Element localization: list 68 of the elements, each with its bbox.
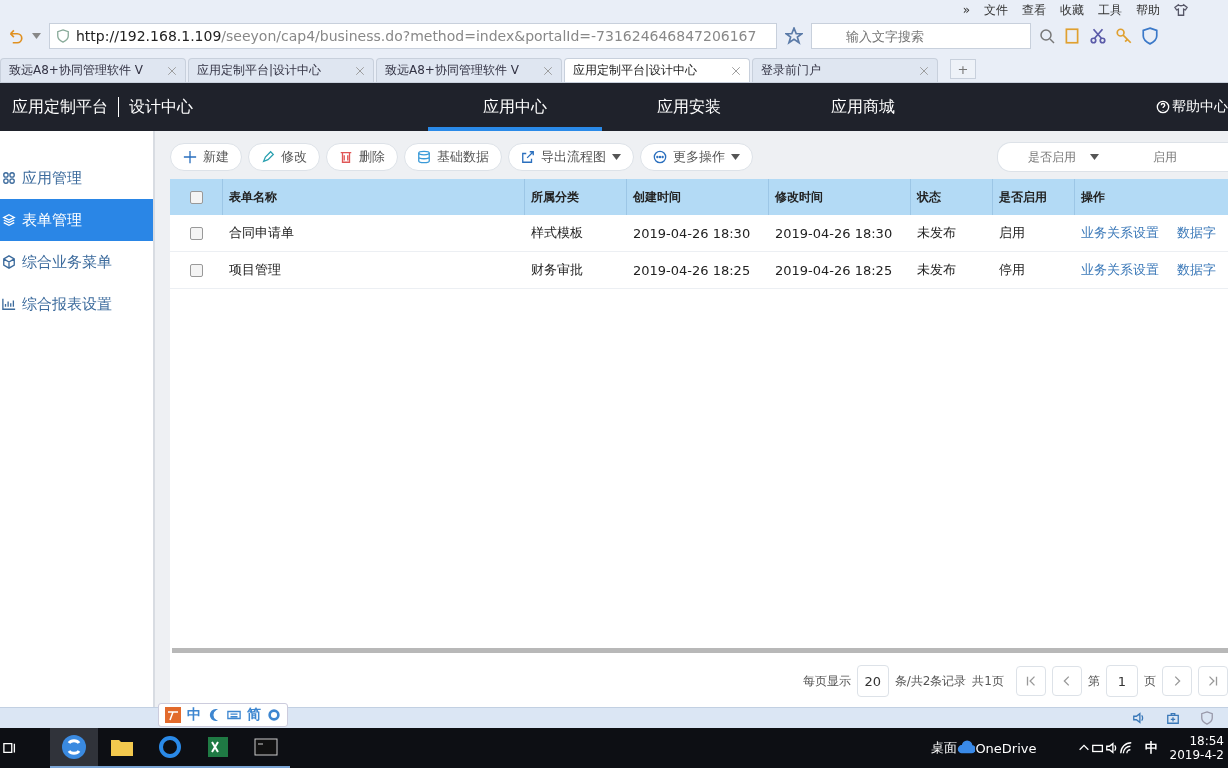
column-header: 是否启用 xyxy=(992,179,1074,215)
page-count: 共1页 xyxy=(972,672,1004,690)
toolbar-button[interactable]: 基础数据 xyxy=(404,143,502,171)
new-tab-button[interactable]: + xyxy=(950,59,976,79)
column-header: 创建时间 xyxy=(626,179,768,215)
toolbar-button[interactable]: 导出流程图 xyxy=(508,143,634,171)
table-cell: 启用 xyxy=(992,215,1074,252)
ime-indicator[interactable]: 中 xyxy=(1144,739,1158,757)
action-link[interactable]: 业务关系设置 xyxy=(1081,261,1159,279)
table-cell: 未发布 xyxy=(910,252,992,289)
menu-item[interactable]: 文件 xyxy=(984,1,1008,19)
menu-item[interactable]: 查看 xyxy=(1022,1,1046,19)
page-suffix: 页 xyxy=(1144,672,1156,690)
sidebar-item[interactable]: 综合报表设置 xyxy=(0,283,153,325)
table-cell: 2019-04-26 18:30 xyxy=(626,215,768,252)
ime-mode[interactable]: 中 xyxy=(187,706,201,724)
nav-tab[interactable]: 应用商城 xyxy=(776,83,950,131)
more-menu-button[interactable]: » xyxy=(962,3,970,17)
table-cell: 未发布 xyxy=(910,215,992,252)
sidebar-item[interactable]: 综合业务菜单 xyxy=(0,241,153,283)
action-link[interactable]: 业务关系设置 xyxy=(1081,224,1159,242)
browser-tab[interactable]: 应用定制平台|设计中心 xyxy=(564,58,750,82)
record-count: 条/共2条记录 xyxy=(894,672,967,690)
table-cell: 财务审批 xyxy=(524,252,626,289)
brand-title: 应用定制平台 xyxy=(11,96,108,118)
table-cell: 项目管理 xyxy=(222,252,524,289)
table-cell: 合同申请单 xyxy=(222,215,524,252)
browser-tab[interactable]: 致远A8+协同管理软件 V xyxy=(376,58,562,82)
search-field[interactable]: 输入文字搜索 xyxy=(811,23,1031,49)
url-text: http://192.168.1.109/seeyon/cap4/business.do?method=index&portalId=-731624646847206167 xyxy=(76,28,757,44)
browser-tab[interactable]: 登录前门户 xyxy=(752,58,938,82)
per-page-field[interactable]: 20 xyxy=(856,665,889,697)
toolbar-button[interactable]: 修改 xyxy=(248,143,320,171)
filter-dropdown[interactable]: 是否启用 启用 xyxy=(997,142,1228,172)
sidebar-item[interactable]: 应用管理 xyxy=(0,157,153,199)
toolbar-button[interactable]: 更多操作 xyxy=(640,143,753,171)
column-header: 操作 xyxy=(1074,179,1228,215)
page-prefix: 第 xyxy=(1088,672,1100,690)
table-cell: 2019-04-26 18:25 xyxy=(626,252,768,289)
toolbar-button[interactable]: 新建 xyxy=(170,143,242,171)
menu-item[interactable]: 收藏 xyxy=(1060,1,1084,19)
browser-tab[interactable]: 致远A8+协同管理软件 V xyxy=(0,58,186,82)
sidebar-item[interactable]: 表单管理 xyxy=(0,199,153,241)
section-title: 设计中心 xyxy=(129,96,193,118)
clock-time: 18:54 xyxy=(1189,734,1224,748)
per-page-label: 每页显示 xyxy=(802,672,851,690)
table-cell: 样式模板 xyxy=(524,215,626,252)
column-header: 表单名称 xyxy=(222,179,524,215)
menu-item[interactable]: 帮助 xyxy=(1136,1,1160,19)
onedrive-label[interactable]: OneDrive xyxy=(975,740,1037,756)
clock-date: 2019-4-2 xyxy=(1169,748,1224,762)
help-link[interactable]: 帮助中心 xyxy=(1172,98,1228,116)
nav-tab[interactable]: 应用安装 xyxy=(602,83,776,131)
browser-tab[interactable]: 应用定制平台|设计中心 xyxy=(188,58,374,82)
action-link[interactable]: 数据字 xyxy=(1177,224,1216,242)
table-cell: 2019-04-26 18:25 xyxy=(768,252,910,289)
action-link[interactable]: 数据字 xyxy=(1177,261,1216,279)
column-header: 修改时间 xyxy=(768,179,910,215)
menu-item[interactable]: 工具 xyxy=(1098,1,1122,19)
column-header: 所属分类 xyxy=(524,179,626,215)
toolbar-button[interactable]: 删除 xyxy=(326,143,398,171)
address-bar[interactable]: http://192.168.1.109/seeyon/cap4/business.do?method=index&portalId=-731624646847206167 xyxy=(49,23,777,49)
ime-script[interactable]: 简 xyxy=(247,706,261,724)
column-header: 状态 xyxy=(910,179,992,215)
page-field[interactable]: 1 xyxy=(1106,665,1138,697)
table-cell: 停用 xyxy=(992,252,1074,289)
table-cell: 2019-04-26 18:30 xyxy=(768,215,910,252)
desktop-label[interactable]: 桌面 xyxy=(931,739,958,757)
